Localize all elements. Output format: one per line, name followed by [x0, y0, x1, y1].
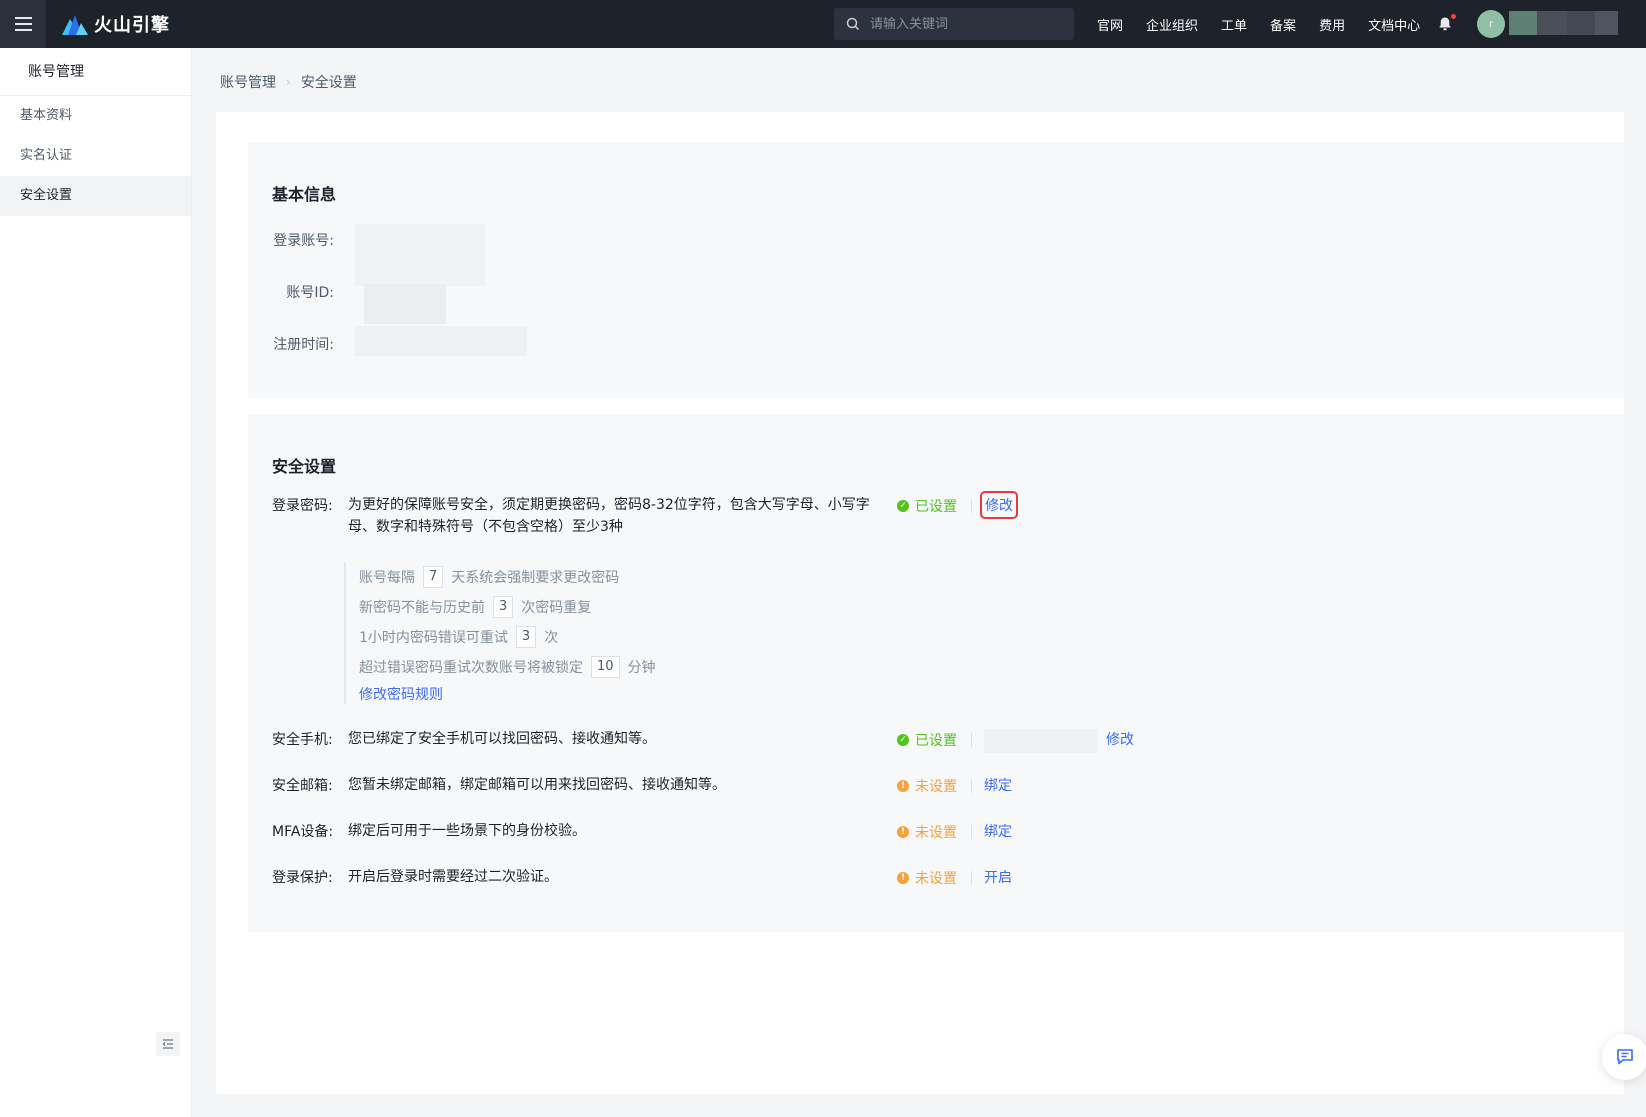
register-time-label: 注册时间:	[273, 337, 334, 353]
logo[interactable]: 火山引擎	[62, 11, 170, 37]
username-redacted[interactable]	[1509, 11, 1618, 35]
divider	[971, 825, 972, 839]
nav-billing[interactable]: 费用	[1319, 15, 1345, 34]
hamburger-icon	[14, 15, 32, 33]
phone-modify-link[interactable]: 修改	[1106, 729, 1134, 749]
login-account-label: 登录账号:	[273, 233, 334, 249]
email-label: 安全邮箱:	[272, 778, 333, 794]
warning-circle-icon: !	[897, 872, 909, 884]
password-label: 登录密码:	[272, 498, 333, 514]
password-description: 为更好的保障账号安全，须定期更换密码，密码8-32位字符，包含大写字母、小写字 …	[348, 497, 870, 535]
nav-official-site[interactable]: 官网	[1097, 15, 1123, 34]
rule-force-change: 账号每隔 7 天系统会强制要求更改密码	[359, 562, 656, 592]
check-circle-icon: ✓	[897, 734, 909, 746]
mfa-label: MFA设备:	[272, 824, 334, 840]
divider	[971, 779, 972, 793]
top-bar: 火山引擎 官网 企业组织 工单 备案 费用 文档中心	[0, 0, 1646, 48]
warning-circle-icon: !	[897, 826, 909, 838]
sidebar-item-real-name-auth[interactable]: 实名认证	[0, 136, 191, 176]
avatar[interactable]: r	[1477, 10, 1505, 38]
mfa-status: ! 未设置	[897, 822, 957, 842]
search-box[interactable]	[834, 8, 1074, 40]
warning-circle-icon: !	[897, 780, 909, 792]
breadcrumb-parent[interactable]: 账号管理	[220, 72, 276, 92]
login-protect-status: ! 未设置	[897, 868, 957, 888]
sidebar-collapse-button[interactable]	[156, 1032, 180, 1056]
chat-button[interactable]	[1602, 1034, 1646, 1080]
check-circle-icon: ✓	[897, 500, 909, 512]
rule-lock: 超过错误密码重试次数账号将被锁定 10 分钟	[359, 652, 656, 682]
rule-retry: 1小时内密码错误可重试 3 次	[359, 622, 656, 652]
breadcrumb-current: 安全设置	[300, 75, 357, 91]
breadcrumb-chevron-icon: ›	[286, 75, 291, 89]
phone-number-redacted	[984, 729, 1098, 753]
volcano-logo-icon	[62, 15, 88, 35]
collapse-menu-icon	[162, 1039, 173, 1049]
search-icon	[846, 17, 860, 31]
account-id-value-redacted	[364, 284, 446, 324]
divider	[971, 733, 972, 747]
nav-filing[interactable]: 备案	[1270, 15, 1296, 34]
phone-status: ✓ 已设置	[897, 730, 957, 750]
modify-password-rules-link[interactable]: 修改密码规则	[359, 682, 656, 708]
rule-days-value: 7	[423, 566, 444, 588]
login-protect-description: 开启后登录时需要经过二次验证。	[348, 869, 558, 885]
login-account-value-redacted	[355, 224, 485, 286]
mfa-bind-link[interactable]: 绑定	[984, 821, 1012, 841]
sidebar-title: 账号管理	[0, 48, 191, 96]
nav-ticket[interactable]: 工单	[1221, 15, 1247, 34]
mfa-description: 绑定后可用于一些场景下的身份校验。	[348, 823, 586, 839]
sidebar: 账号管理 基本资料 实名认证 安全设置	[0, 48, 192, 1117]
bell-icon[interactable]	[1437, 16, 1453, 32]
breadcrumb: 账号管理 › 安全设置	[220, 72, 357, 92]
login-protect-label: 登录保护:	[272, 870, 333, 886]
menu-button[interactable]	[0, 0, 46, 48]
email-status: ! 未设置	[897, 776, 957, 796]
divider	[971, 499, 972, 513]
account-id-label: 账号ID:	[286, 285, 334, 301]
sidebar-item-security-settings[interactable]: 安全设置	[0, 176, 191, 216]
security-settings-title: 安全设置	[272, 457, 337, 476]
nav-docs[interactable]: 文档中心	[1368, 15, 1420, 34]
basic-info-title: 基本信息	[272, 185, 337, 204]
register-time-value-redacted	[355, 326, 527, 356]
email-description: 您暂未绑定邮箱，绑定邮箱可以用来找回密码、接收通知等。	[348, 777, 726, 793]
email-bind-link[interactable]: 绑定	[984, 775, 1012, 795]
rule-history: 新密码不能与历史前 3 次密码重复	[359, 592, 656, 622]
login-protect-enable-link[interactable]: 开启	[984, 867, 1012, 887]
password-modify-link[interactable]: 修改	[980, 491, 1018, 519]
logo-text: 火山引擎	[94, 15, 170, 36]
phone-label: 安全手机:	[272, 732, 333, 748]
password-rules: 账号每隔 7 天系统会强制要求更改密码 新密码不能与历史前 3 次密码重复 1小…	[344, 562, 656, 704]
divider	[971, 871, 972, 885]
rule-retry-value: 3	[515, 626, 537, 648]
chat-icon	[1617, 1049, 1633, 1065]
phone-description: 您已绑定了安全手机可以找回密码、接收通知等。	[348, 731, 656, 747]
rule-history-value: 3	[493, 596, 514, 618]
search-input[interactable]	[870, 16, 1060, 32]
top-nav: 官网 企业组织 工单 备案 费用 文档中心	[1097, 0, 1443, 48]
sidebar-item-basic-profile[interactable]: 基本资料	[0, 96, 191, 136]
password-status: ✓ 已设置	[897, 496, 957, 516]
rule-lock-value: 10	[591, 656, 620, 678]
nav-enterprise-org[interactable]: 企业组织	[1146, 15, 1198, 34]
notification-dot	[1451, 14, 1456, 19]
